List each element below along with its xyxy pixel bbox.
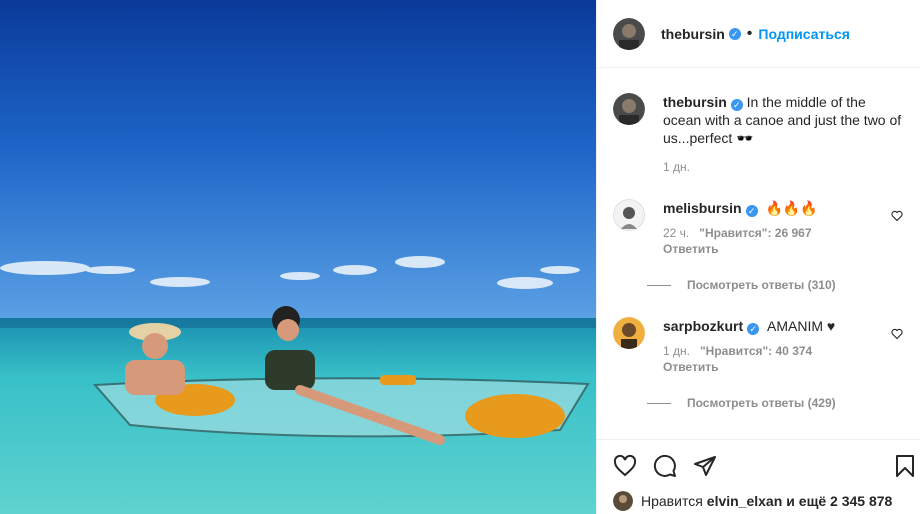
author-username[interactable]: thebursin [661, 26, 725, 42]
bookmark-icon[interactable] [893, 454, 917, 483]
likes-user[interactable]: elvin_elxan [707, 493, 783, 509]
liker-avatar[interactable] [613, 491, 633, 511]
caption-time: 1 дн. [663, 160, 690, 174]
likes-count[interactable]: и ещё 2 345 878 [786, 493, 892, 509]
author-avatar[interactable] [613, 17, 645, 50]
post-header: thebursin ✓ • Подписаться [597, 0, 920, 68]
likes-summary: Нравится elvin_elxan и ещё 2 345 878 [613, 491, 896, 511]
caption-username[interactable]: thebursin [663, 94, 727, 110]
post-photo[interactable] [0, 0, 596, 514]
comment-like-icon[interactable] [891, 209, 903, 227]
view-replies-label: Посмотреть ответы (429) [687, 396, 836, 410]
comment-item: melisbursin ✓ 🔥🔥🔥 22 ч. "Нравится": 26 967… [613, 199, 905, 269]
comment-username[interactable]: melisbursin [663, 200, 742, 216]
caption-item: thebursin ✓ In the middle of the ocean wi… [613, 93, 905, 183]
post-actions: Нравится elvin_elxan и ещё 2 345 878 [597, 439, 920, 514]
comment-username[interactable]: sarpbozkurt [663, 318, 743, 334]
comment-meta: 22 ч. "Нравится": 26 967 [663, 225, 881, 241]
verified-badge-icon: ✓ [728, 27, 741, 40]
comment-icon[interactable] [653, 454, 677, 483]
comment-item: sarpbozkurt ✓ AMANIM ♥ 1 дн. "Нравится": 4… [613, 317, 905, 387]
comment-time: 1 дн. [663, 344, 690, 358]
comment-text: 🔥🔥🔥 [765, 200, 818, 216]
post-side-panel: thebursin ✓ • Подписаться thebursin ✓ In … [596, 0, 920, 514]
author-avatar[interactable] [613, 93, 645, 125]
reply-button[interactable]: Ответить [663, 241, 881, 257]
separator-dot: • [746, 24, 753, 42]
comment-like-icon[interactable] [891, 327, 903, 345]
likes-prefix: Нравится [641, 493, 703, 509]
comment-time: 22 ч. [663, 226, 690, 240]
view-replies-label: Посмотреть ответы (310) [687, 278, 836, 292]
reply-button[interactable]: Ответить [663, 359, 881, 375]
beach-photo-image [0, 0, 596, 514]
follow-button[interactable]: Подписаться [758, 26, 850, 42]
commenter-avatar[interactable] [613, 199, 645, 231]
verified-badge-icon: ✓ [745, 205, 758, 217]
view-replies-button[interactable]: Посмотреть ответы (429) [647, 396, 836, 410]
view-replies-button[interactable]: Посмотреть ответы (310) [647, 278, 836, 292]
verified-badge-icon: ✓ [730, 99, 743, 111]
heart-icon[interactable] [613, 454, 637, 483]
comment-likes[interactable]: "Нравится": 26 967 [699, 226, 811, 240]
commenter-avatar[interactable] [613, 317, 645, 349]
verified-badge-icon: ✓ [747, 323, 760, 335]
comment-meta: 1 дн. "Нравится": 40 374 [663, 343, 881, 359]
comment-likes[interactable]: "Нравится": 40 374 [700, 344, 812, 358]
paper-plane-icon[interactable] [693, 454, 717, 483]
comment-text: AMANIM ♥ [767, 318, 836, 334]
comments-list[interactable]: thebursin ✓ In the middle of the ocean wi… [597, 69, 920, 439]
